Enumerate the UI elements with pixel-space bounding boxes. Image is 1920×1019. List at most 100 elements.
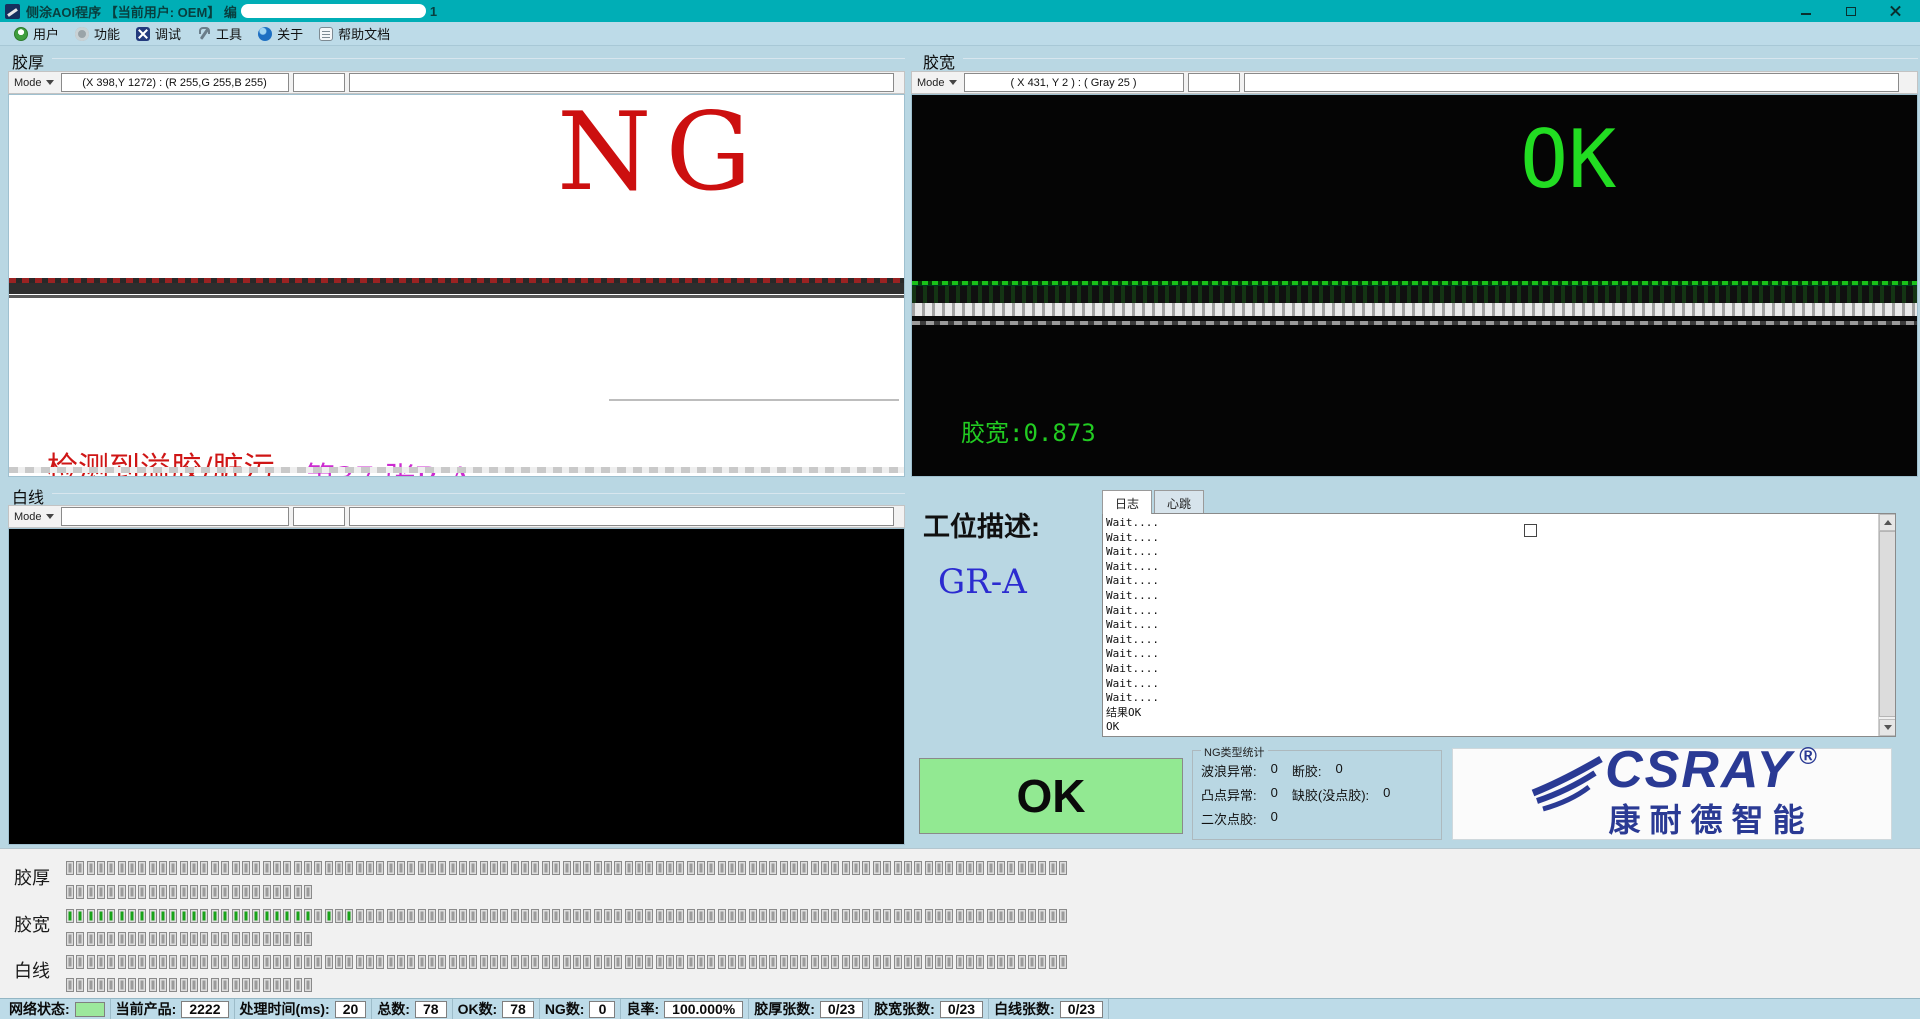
frame-index-overlay: 第37 张R-A — [304, 453, 472, 477]
history-cell — [531, 909, 539, 923]
history-cell — [273, 978, 281, 992]
history-cell — [211, 978, 219, 992]
maximize-button[interactable] — [1828, 0, 1873, 22]
mode-field-wide[interactable] — [349, 73, 894, 92]
history-cell — [1049, 955, 1057, 969]
history-cell — [966, 909, 974, 923]
menu-item-about[interactable]: 关于 — [252, 22, 313, 45]
history-cell — [687, 955, 695, 969]
history-cell — [263, 909, 271, 923]
history-cell — [625, 909, 633, 923]
history-cell — [107, 909, 115, 923]
log-entry: Wait.... — [1106, 560, 1875, 575]
history-cell — [883, 955, 891, 969]
history-cell — [821, 909, 829, 923]
history-cell — [656, 955, 664, 969]
history-cell — [521, 861, 529, 875]
history-cell — [956, 909, 964, 923]
log-scrollbar[interactable] — [1878, 514, 1895, 736]
arrow-up-icon — [1884, 520, 1892, 525]
history-cell — [283, 932, 291, 946]
history-cell — [511, 909, 519, 923]
history-cell — [1059, 955, 1067, 969]
history-cell — [511, 955, 519, 969]
panel-title-glue-thickness: 胶厚 — [12, 49, 44, 73]
station-description-label: 工位描述: — [923, 505, 1040, 544]
log-box[interactable]: Wait....Wait....Wait....Wait....Wait....… — [1102, 513, 1896, 737]
history-cell — [190, 909, 198, 923]
history-cell — [118, 861, 126, 875]
status-label: 良率: — [626, 999, 659, 1019]
history-cell — [66, 932, 74, 946]
history-cell — [169, 978, 177, 992]
mode-dropdown[interactable]: Mode — [914, 77, 960, 89]
close-button[interactable] — [1873, 0, 1918, 22]
history-cell — [997, 955, 1005, 969]
debug-icon — [136, 27, 150, 41]
log-entry: Wait.... — [1106, 662, 1875, 677]
history-cell — [283, 978, 291, 992]
history-cell — [1038, 909, 1046, 923]
history-cell — [118, 978, 126, 992]
history-cell — [211, 955, 219, 969]
history-cell — [232, 909, 240, 923]
history-cell — [304, 885, 312, 899]
history-cell — [645, 909, 653, 923]
mode-field-small[interactable] — [293, 507, 345, 526]
history-cell — [138, 955, 146, 969]
mode-field-small[interactable] — [293, 73, 345, 92]
history-cell — [480, 955, 488, 969]
mode-field-wide[interactable] — [1244, 73, 1899, 92]
mode-field-small[interactable] — [1188, 73, 1240, 92]
history-cell — [635, 861, 643, 875]
mode-dropdown[interactable]: Mode — [11, 511, 57, 523]
overall-result-button[interactable]: OK — [919, 758, 1183, 834]
history-cell — [656, 909, 664, 923]
mode-dropdown[interactable]: Mode — [11, 77, 57, 89]
history-cell — [1049, 909, 1057, 923]
history-cell — [356, 861, 364, 875]
image-view-glue-width[interactable]: OK 胶宽:0.873 — [911, 94, 1918, 477]
history-cell — [894, 861, 902, 875]
history-cell — [200, 932, 208, 946]
history-cell — [397, 861, 405, 875]
menu-item-tools[interactable]: 工具 — [191, 22, 252, 45]
status-label: OK数: — [458, 999, 498, 1019]
history-cell — [283, 861, 291, 875]
history-cell — [387, 909, 395, 923]
log-checkbox[interactable] — [1524, 524, 1537, 537]
history-cell — [1028, 861, 1036, 875]
history-cell — [87, 861, 95, 875]
menu-item-user[interactable]: 用户 — [8, 22, 69, 45]
history-cell — [469, 955, 477, 969]
ng-stat-value: 0 — [1271, 785, 1278, 804]
minimize-button[interactable] — [1783, 0, 1828, 22]
history-cell — [169, 861, 177, 875]
mode-field-wide[interactable] — [349, 507, 894, 526]
history-cell — [314, 861, 322, 875]
tab-log[interactable]: 日志 — [1102, 490, 1152, 514]
status-item: 胶厚张数:0/23 — [749, 999, 869, 1019]
history-cell — [180, 861, 188, 875]
scrollbar-thumb[interactable] — [1879, 531, 1896, 717]
history-cell — [345, 909, 353, 923]
scroll-down-button[interactable] — [1879, 719, 1896, 736]
menu-item-gear[interactable]: 功能 — [69, 22, 130, 45]
history-cell — [211, 861, 219, 875]
history-cell — [87, 885, 95, 899]
history-cell — [759, 909, 767, 923]
log-tabs: 日志心跳 — [1102, 490, 1896, 514]
history-cell — [221, 909, 229, 923]
history-cell — [449, 909, 457, 923]
history-cell — [97, 932, 105, 946]
menu-item-helpdoc[interactable]: 帮助文档 — [313, 22, 400, 45]
app-icon — [5, 4, 20, 19]
image-view-glue-thickness[interactable]: NG 检测到溢胶/脏污 溢胶最小面积:2538 溢胶最大面积:2538 第37 … — [8, 94, 905, 477]
image-view-white-line[interactable] — [8, 528, 905, 845]
scroll-up-button[interactable] — [1879, 514, 1896, 531]
history-cell — [490, 955, 498, 969]
history-cell — [335, 955, 343, 969]
menu-item-debug[interactable]: 调试 — [130, 22, 191, 45]
tab-heartbeat[interactable]: 心跳 — [1154, 490, 1204, 514]
history-cell — [66, 861, 74, 875]
